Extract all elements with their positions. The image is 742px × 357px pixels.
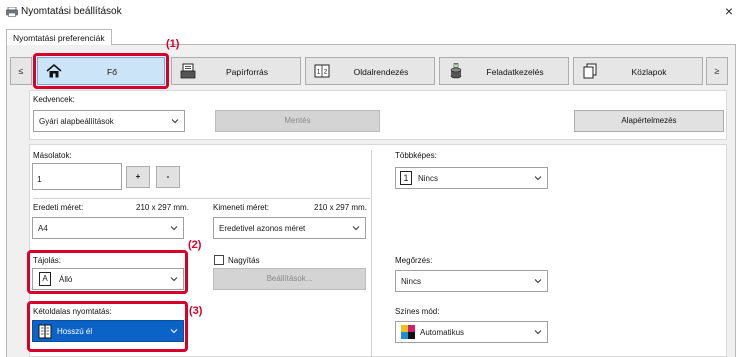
duplex-value: Hosszú él (57, 327, 93, 336)
original-size-value: A4 (38, 224, 48, 233)
n-up-select[interactable]: 1 Nincs (395, 167, 548, 189)
original-size-dims: 210 x 297 mm. (136, 203, 189, 212)
orientation-label: Tájolás: (33, 256, 62, 265)
portrait-icon: A (39, 272, 51, 286)
copies-label: Másolatok: (33, 151, 72, 160)
callout-3: (3) (189, 305, 203, 317)
orientation-select[interactable]: A Álló (32, 268, 184, 290)
close-icon[interactable]: × (722, 3, 736, 19)
favorites-label: Kedvencek: (33, 95, 75, 104)
insert-pages-icon (583, 63, 597, 79)
tab-printing-preferences[interactable]: Nyomtatási preferenciák (6, 29, 112, 45)
original-size-select[interactable]: A4 (32, 217, 184, 239)
chevron-down-icon (534, 176, 542, 181)
color-mode-icon (401, 325, 415, 339)
nav-button-label: Fő (107, 67, 117, 77)
zoom-checkbox[interactable] (214, 255, 224, 265)
defaults-button[interactable]: Alapértelmezés (574, 110, 724, 132)
nav-button-label: Közlapok (631, 67, 667, 77)
color-mode-label: Színes mód: (395, 307, 440, 316)
nav-button-main[interactable]: Fő (37, 57, 165, 85)
color-mode-select[interactable]: Automatikus (395, 321, 548, 343)
orientation-value: Álló (59, 275, 73, 284)
favorites-select[interactable]: Gyári alapbeállítások (33, 110, 185, 132)
chevron-down-icon (534, 279, 542, 284)
zoom-settings-button[interactable]: Beállítások... (213, 268, 366, 290)
nav-button-job-handling[interactable]: Feladatkezelés (439, 57, 569, 85)
duplex-label: Kétoldalas nyomtatás: (33, 307, 112, 316)
output-size-value: Eredetivel azonos méret (219, 224, 306, 233)
chevron-down-icon (170, 226, 178, 231)
save-button[interactable]: Mentés (215, 110, 380, 132)
job-handling-icon (450, 63, 462, 79)
home-icon (46, 63, 62, 78)
color-mode-value: Automatikus (420, 328, 465, 337)
retention-label: Megőrzés: (395, 256, 433, 265)
chevron-down-icon (352, 226, 360, 231)
nav-prev-button[interactable]: ≤ (10, 57, 32, 85)
n-up-value: Nincs (418, 174, 439, 183)
nav-button-layout[interactable]: 1 2 Oldalrendezés (305, 57, 435, 85)
nav-button-label: Feladatkezelés (486, 67, 544, 77)
nav-next-button[interactable]: ≥ (706, 57, 728, 85)
page-layout-icon: 1 2 (314, 64, 330, 78)
retention-select[interactable]: Nincs (395, 270, 548, 292)
paper-tray-icon (180, 63, 196, 79)
long-edge-icon (38, 324, 52, 339)
chevron-down-icon (534, 330, 542, 335)
original-size-label: Eredeti méret: (33, 203, 84, 212)
n-up-icon: 1 (400, 171, 412, 185)
window-title: Nyomtatási beállítások (21, 6, 122, 17)
title-bar: Nyomtatási beállítások × (0, 0, 742, 24)
printer-icon (6, 7, 18, 17)
retention-value: Nincs (401, 277, 422, 286)
chevron-down-icon (170, 329, 178, 334)
output-size-select[interactable]: Eredetivel azonos méret (213, 217, 366, 239)
callout-1: (1) (166, 38, 180, 50)
duplex-select[interactable]: Hosszú él (32, 320, 184, 342)
nav-button-label: Papírforrás (225, 67, 269, 77)
copies-value: 1 (37, 174, 42, 184)
output-size-label: Kimeneti méret: (213, 203, 270, 212)
zoom-label: Nagyítás (228, 256, 260, 265)
chevron-down-icon (170, 277, 178, 282)
output-size-dims: 210 x 297 mm. (314, 203, 367, 212)
nav-button-label: Oldalrendezés (353, 67, 409, 77)
chevron-down-icon (171, 119, 179, 124)
divider (33, 198, 370, 199)
callout-2: (2) (188, 239, 202, 251)
favorites-value: Gyári alapbeállítások (39, 117, 114, 126)
nav-button-inserts[interactable]: Közlapok (573, 57, 703, 85)
column-divider (371, 150, 372, 357)
copies-increment-button[interactable]: + (126, 166, 150, 188)
copies-input[interactable]: 1 (32, 163, 122, 190)
nav-button-paper-source[interactable]: Papírforrás (171, 57, 301, 85)
copies-decrement-button[interactable]: - (156, 166, 180, 188)
n-up-label: Többképes: (395, 151, 437, 160)
